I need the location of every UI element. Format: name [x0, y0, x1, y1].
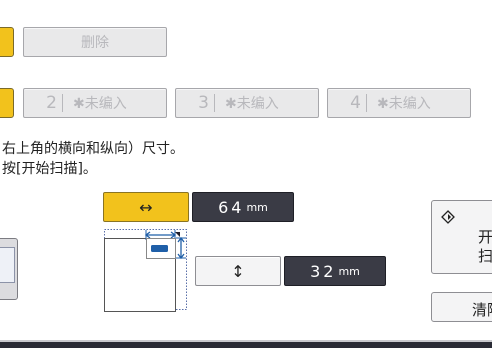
start-scan-button[interactable]: 开 扫: [431, 200, 492, 274]
separator: [214, 94, 215, 112]
diagram-target-mark: [151, 245, 168, 252]
destination-4-number: 4: [350, 93, 362, 113]
destination-4-label: ✱未编入: [377, 96, 431, 112]
start-label-line-1: 开: [478, 228, 492, 246]
destination-2-button[interactable]: 2 ✱未编入: [23, 88, 167, 118]
diagram-corner-mark: [175, 232, 180, 237]
delete-button-label: 删除: [81, 35, 109, 51]
horizontal-arrow-icon: ↔: [139, 197, 153, 217]
destination-4-button[interactable]: 4 ✱未编入: [327, 88, 471, 118]
destination-3-label: ✱未编入: [225, 96, 279, 112]
vertical-value-unit: mm: [338, 264, 360, 278]
instruction-line-1: 右上角的横向和纵向）尺寸。: [2, 141, 184, 157]
vertical-value-number: 32: [310, 261, 337, 281]
start-diamond-icon: [441, 210, 455, 224]
destination-3-button[interactable]: 3 ✱未编入: [175, 88, 319, 118]
vertical-arrow-icon: ↕: [231, 261, 245, 281]
horizontal-value-number: 64: [218, 197, 245, 217]
horizontal-value-unit: mm: [246, 200, 268, 214]
start-label-line-2: 扫: [478, 247, 492, 265]
document-size-diagram: [104, 229, 187, 312]
instruction-line-2: 按[开始扫描]。: [2, 161, 97, 177]
separator: [366, 94, 367, 112]
scan-size-screen: 删除 2 ✱未编入 3 ✱未编入 4 ✱未编入 右上角的横向和纵向）尺寸。 按[…: [0, 0, 492, 348]
device-panel-screen: [0, 247, 15, 283]
destination-2-label: ✱未编入: [73, 96, 127, 112]
clear-button[interactable]: 清除: [431, 292, 492, 322]
destination-1-edge[interactable]: [0, 88, 14, 118]
vertical-size-button[interactable]: ↕: [195, 256, 281, 286]
horizontal-size-button[interactable]: ↔: [103, 192, 189, 222]
vertical-size-value: 32 mm: [284, 256, 386, 286]
footer-bar: [0, 342, 492, 348]
horizontal-size-value: 64 mm: [192, 192, 294, 222]
delete-button[interactable]: 删除: [23, 27, 167, 57]
selected-tab-edge[interactable]: [0, 27, 14, 57]
device-panel-thumbnail[interactable]: [0, 238, 18, 300]
separator: [62, 94, 63, 112]
destination-3-number: 3: [198, 93, 210, 113]
clear-label: 清除: [472, 301, 492, 319]
destination-2-number: 2: [46, 93, 58, 113]
